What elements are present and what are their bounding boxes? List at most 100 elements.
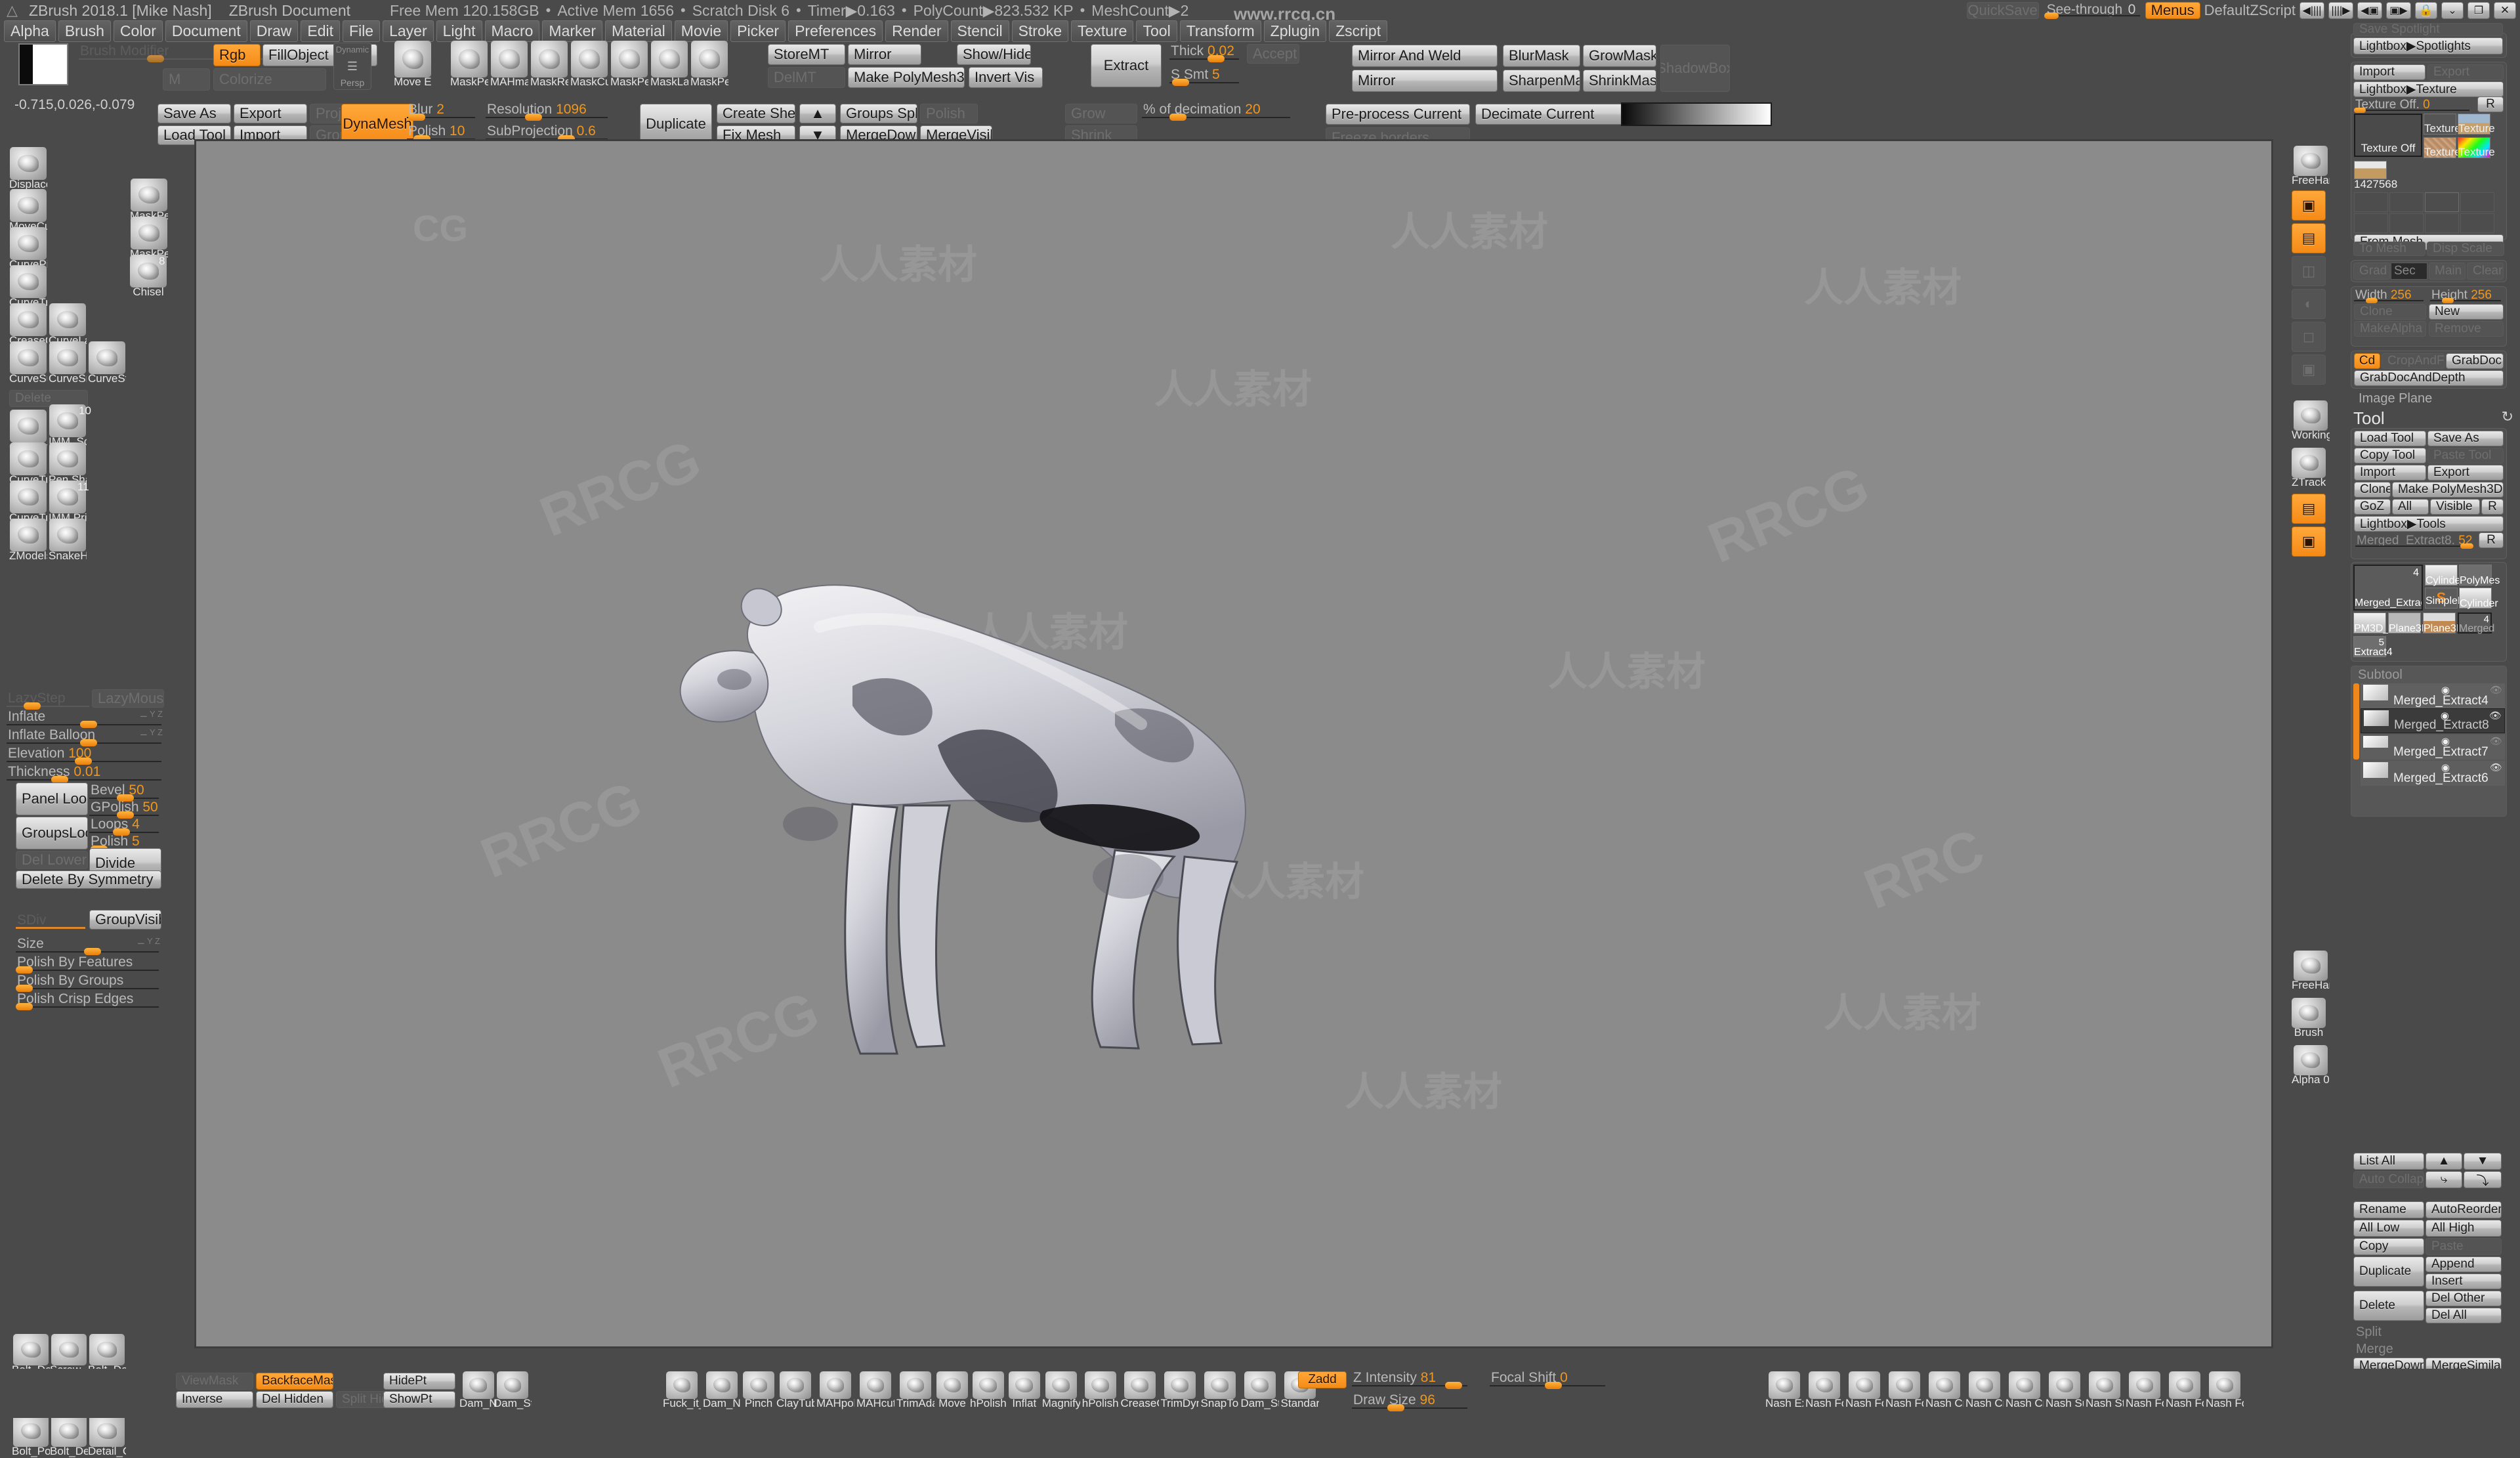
bottom-brush-dam-sta[interactable]: Dam_Sta (1241, 1371, 1279, 1410)
bottom-brush-inflat[interactable]: Inflat (1008, 1371, 1040, 1410)
insert-button[interactable]: Insert (2426, 1274, 2502, 1289)
texture-rotate[interactable] (2425, 213, 2459, 233)
toolbar-icon-maskpen-1[interactable]: MaskPen (450, 41, 488, 89)
menu-stencil[interactable]: Stencil (950, 20, 1009, 42)
texture-tile-1[interactable]: Texture (2424, 114, 2461, 135)
menu-marker[interactable]: Marker (542, 20, 602, 42)
menu-macro[interactable]: Macro (484, 20, 540, 42)
indent-left-button[interactable]: ⤵ (2464, 1171, 2502, 1188)
texture-op-1[interactable] (2354, 192, 2388, 212)
save-as-button[interactable]: Save As (158, 104, 231, 123)
rename-button[interactable]: Rename (2353, 1201, 2424, 1218)
bottom-brush-mahpol[interactable]: MAHpol (816, 1371, 854, 1410)
rail-toggle-5[interactable]: ◻ (2292, 322, 2326, 352)
sec-color-swatch[interactable]: Sec (2391, 263, 2427, 280)
all-button[interactable]: All (2392, 499, 2429, 515)
blur-mask-button[interactable]: BlurMask (1503, 45, 1580, 67)
toolbar-icon-move-el[interactable]: Move El. (394, 41, 432, 89)
subtool-visibility-toggle[interactable]: ◉ (2441, 761, 2450, 773)
subtool-visibility-toggle[interactable]: ◉ (2441, 710, 2449, 721)
brush-nash-fo-3[interactable]: Nash Fo (1885, 1371, 1923, 1410)
clone-tool-button[interactable]: Clone (2354, 482, 2391, 498)
del-all-button[interactable]: Del All (2426, 1308, 2502, 1323)
hide-pt-button[interactable]: HidePt (383, 1373, 455, 1390)
thick-slider[interactable]: Thick 0.02 (1169, 43, 1242, 63)
bottom-brush-mahcut[interactable]: MAHcut (856, 1371, 894, 1410)
decimate-current-button[interactable]: Decimate Current (1475, 104, 1626, 125)
tool-tile-merged-extract8[interactable]: 4 Merged_Extract8 (2353, 565, 2423, 611)
rail-toggle-4[interactable]: ◐ (2292, 289, 2326, 319)
backface-mask-button[interactable]: BackfaceMask (256, 1373, 333, 1390)
lightbox-tools-button[interactable]: Lightbox▶Tools (2354, 516, 2504, 532)
bottom-brush-hpolish-1[interactable]: hPolish (970, 1371, 1007, 1410)
subtool-eye-icon[interactable]: 👁 (2490, 735, 2502, 747)
brush-nash-st[interactable]: Nash St (2086, 1371, 2124, 1410)
toolbar-icon-masklasso[interactable]: MaskLas (650, 41, 688, 89)
auto-collapse-button[interactable]: Auto Collapse (2353, 1171, 2424, 1188)
bottom-brush-move[interactable]: Move (936, 1371, 968, 1410)
make-polymesh3d-button-right[interactable]: Make PolyMesh3D (2392, 482, 2504, 498)
texture-tile-3[interactable]: Texture (2424, 137, 2461, 158)
menu-file[interactable]: File (343, 20, 381, 42)
lightbox-texture-button[interactable]: Lightbox▶Texture (2353, 81, 2504, 97)
grow-mask-button[interactable]: GrowMask (1583, 45, 1656, 67)
blur-slider[interactable]: Blur 2 (407, 102, 478, 121)
menu-alpha[interactable]: Alpha (4, 20, 56, 42)
polish-by-features-slider[interactable]: Polish By Features (16, 954, 161, 974)
inflate-slider[interactable]: Inflate ⚊ Y Z (7, 709, 164, 729)
brush-nash-cr-1[interactable]: Nash Cr (1925, 1371, 1964, 1410)
brush-maskpen-b[interactable]: MaskPen (130, 217, 168, 261)
subtool-visibility-toggle[interactable]: ◉ (2441, 684, 2450, 696)
brush-nash-fo-1[interactable]: Nash Fo (1805, 1371, 1843, 1410)
texture-r-button[interactable]: R (2477, 96, 2504, 112)
load-tool-button-right[interactable]: Load Tool (2354, 431, 2426, 446)
thickness-slider[interactable]: Thickness 0.01 (7, 764, 164, 784)
rail-toggle-7[interactable]: ▤ (2292, 494, 2326, 524)
shrink-mask-button[interactable]: ShrinkMask (1583, 70, 1656, 92)
canvas-viewport[interactable]: CG 人人素材 人人素材 人人素材 RRCG 人人素材 RRCG 人人素材 人人… (194, 139, 2273, 1348)
menu-brush[interactable]: Brush (58, 20, 111, 42)
minimize-button[interactable]: ⌄ (2441, 2, 2464, 19)
bottom-brush-dam-na[interactable]: Dam_Na (703, 1371, 741, 1410)
save-spotlight-button[interactable]: Save Spotlight (2353, 23, 2503, 36)
brush-nash-fo-2[interactable]: Nash Fo (1845, 1371, 1883, 1410)
tool-tile-extract4[interactable]: 5 Extract4 (2353, 636, 2393, 658)
texture-invert[interactable] (2460, 213, 2494, 233)
invert-vis-button[interactable]: Invert Vis (969, 67, 1043, 88)
main-button[interactable]: Main (2429, 263, 2466, 280)
dynamesh-button[interactable]: DynaMesh (341, 104, 413, 144)
del-other-button[interactable]: Del Other (2426, 1291, 2502, 1306)
texture-import-button[interactable]: Import (2353, 64, 2426, 80)
rail-icon-brush[interactable]: Brush (2292, 998, 2326, 1039)
height-slider[interactable]: Height 256 (2430, 288, 2504, 303)
menu-edit[interactable]: Edit (301, 20, 341, 42)
quicksave-button[interactable]: QuickSave (1966, 2, 2039, 19)
tool-tile-merged[interactable]: 4 Merged (2458, 612, 2494, 634)
texture-tile-4[interactable]: Texture (2458, 137, 2495, 158)
brush-movecu[interactable]: MoveCu (9, 189, 47, 233)
rail-toggle-3[interactable]: ◫ (2292, 256, 2326, 286)
texture-op-2[interactable] (2389, 192, 2424, 212)
new-alpha-button[interactable]: New (2429, 304, 2504, 320)
bottom-brush-magnify[interactable]: Magnify (1042, 1371, 1080, 1410)
brush-nash-fo-5[interactable]: Nash Fo (2166, 1371, 2204, 1410)
grow-button[interactable]: Grow (1065, 104, 1137, 123)
menus-toggle[interactable]: Menus (2145, 2, 2200, 19)
size-slider[interactable]: Size ⚊ Y Z (16, 936, 161, 956)
rail-toggle-2[interactable]: ▤ (2292, 223, 2326, 253)
menu-document[interactable]: Document (165, 20, 247, 42)
mirror-button[interactable]: Mirror (848, 44, 921, 65)
make-polymesh3d-button[interactable]: Make PolyMesh3D (848, 67, 965, 88)
disp-scale-slider[interactable]: Disp Scale (2427, 242, 2504, 256)
next-palette-button[interactable]: ▣▶ (2386, 2, 2411, 19)
rail-toggle-6[interactable]: ▣ (2292, 354, 2326, 385)
brush-curvetu-2[interactable]: CurveTu (9, 481, 47, 525)
cd-button[interactable]: Cd (2354, 353, 2380, 369)
bottom-brush-creasec[interactable]: CreaseC (1121, 1371, 1159, 1410)
menu-stroke[interactable]: Stroke (1011, 20, 1069, 42)
visible-button[interactable]: Visible (2430, 499, 2480, 515)
menu-movie[interactable]: Movie (674, 20, 728, 42)
tool-tile-pm3d-c[interactable]: PM3D_C (2353, 612, 2397, 634)
menu-preferences[interactable]: Preferences (788, 20, 883, 42)
draw-size-slider[interactable]: Draw Size 96 (1352, 1392, 1470, 1412)
